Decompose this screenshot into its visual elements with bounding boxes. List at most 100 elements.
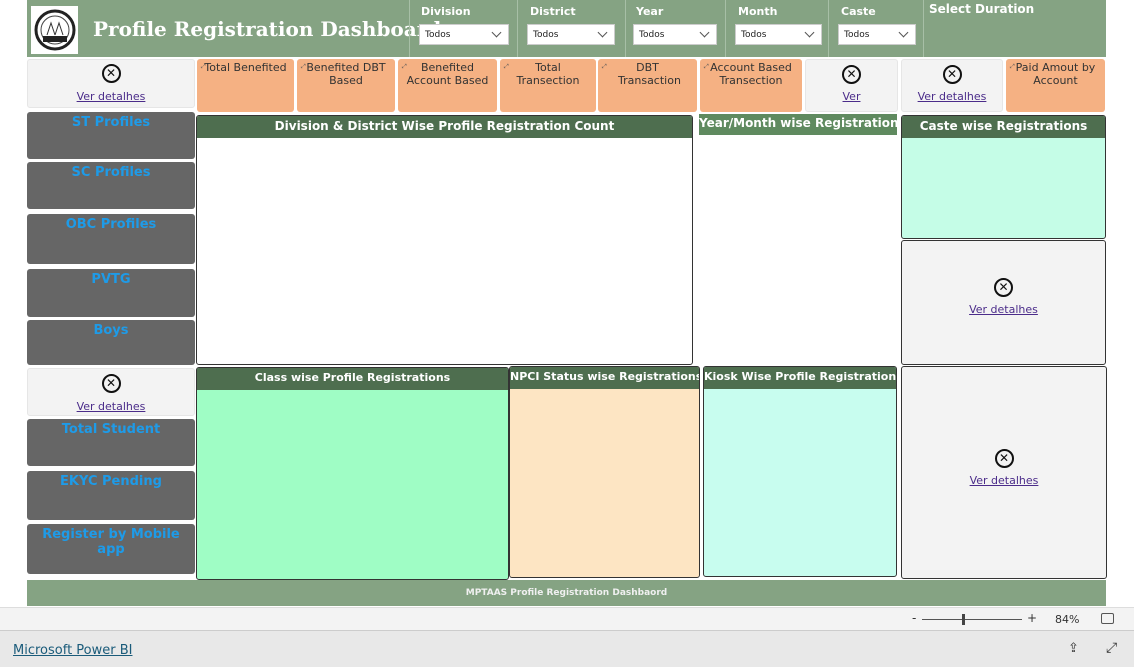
expand-icon: ⤢ — [402, 63, 407, 70]
share-icon[interactable]: ⇪ — [1068, 641, 1079, 656]
kpi-benefited-dbt[interactable]: ⤢ Benefited DBT Based — [297, 59, 395, 112]
caste-value: Todos — [844, 29, 870, 40]
fit-to-page-icon[interactable] — [1101, 613, 1114, 624]
footer-banner: MPTAAS Profile Registration Dashbaord — [27, 580, 1106, 606]
kpi-dbt-transaction[interactable]: ⤢ DBT Transaction — [598, 59, 697, 112]
panel-title: Kiosk Wise Profile Registrations — [704, 367, 896, 389]
sidebar-st-profiles[interactable]: ST Profiles — [27, 112, 195, 159]
panel-title: NPCI Status wise Registrations — [510, 367, 699, 389]
npci-panel: NPCI Status wise Registrations — [509, 366, 700, 578]
divider — [625, 0, 626, 57]
caste-filter-label: Caste — [841, 5, 876, 18]
details-link[interactable]: Ver detalhes — [902, 303, 1105, 316]
sidebar-obc-profiles[interactable]: OBC Profiles — [27, 214, 195, 264]
error-x-icon: ✕ — [942, 65, 962, 84]
error-x-icon: ✕ — [842, 65, 861, 84]
division-district-panel: Division & District Wise Profile Registr… — [196, 115, 693, 365]
chevron-down-icon — [491, 27, 502, 38]
powerbi-link[interactable]: Microsoft Power BI — [13, 643, 132, 658]
chevron-down-icon — [804, 27, 815, 38]
error-card: ✕ Ver — [805, 59, 898, 112]
sidebar-register-mobile[interactable]: Register by Mobile app — [27, 524, 195, 574]
fullscreen-icon[interactable]: ⤢ — [1106, 640, 1117, 656]
expand-icon: ⤢ — [504, 63, 509, 70]
divider — [828, 0, 829, 57]
details-link[interactable]: Ver detalhes — [902, 90, 1002, 103]
zoom-out-button[interactable]: - — [912, 611, 916, 625]
zoom-slider[interactable] — [922, 619, 1022, 620]
expand-icon: ⤢ — [1010, 63, 1015, 70]
district-dropdown[interactable]: Todos — [527, 24, 615, 45]
select-duration-label: Select Duration — [929, 2, 1035, 16]
sidebar-pvtg[interactable]: PVTG — [27, 269, 195, 317]
zoom-in-button[interactable]: + — [1027, 611, 1037, 625]
error-card: ✕ Ver detalhes — [901, 366, 1107, 579]
mptaas-logo-icon — [34, 9, 75, 51]
details-link[interactable]: Ver detalhes — [28, 90, 194, 103]
error-x-icon: ✕ — [994, 278, 1013, 297]
details-link[interactable]: Ver detalhes — [28, 400, 194, 413]
expand-icon: ⤢ — [201, 63, 206, 70]
expand-icon: ⤢ — [301, 63, 306, 70]
class-panel: Class wise Profile Registrations — [196, 367, 509, 580]
error-card: ✕ Ver detalhes — [27, 59, 195, 108]
details-link[interactable]: Ver detalhes — [902, 474, 1106, 487]
district-value: Todos — [533, 29, 559, 40]
kpi-label: Paid Amout by Account — [1015, 61, 1096, 87]
kpi-label: DBT Transaction — [618, 61, 681, 87]
chevron-down-icon — [699, 27, 710, 38]
error-card: ✕ Ver detalhes — [901, 240, 1106, 365]
sidebar-ekyc-pending[interactable]: EKYC Pending — [27, 471, 195, 520]
sidebar-sc-profiles[interactable]: SC Profiles — [27, 162, 195, 209]
division-dropdown[interactable]: Todos — [419, 24, 509, 45]
kpi-label: Benefited DBT Based — [306, 61, 386, 87]
logo — [31, 6, 78, 54]
chevron-down-icon — [898, 27, 909, 38]
kpi-total-benefited[interactable]: ⤢ Total Benefited — [197, 59, 294, 112]
month-filter-label: Month — [738, 5, 778, 18]
yearmonth-panel-title: Year/Month wise Registration — [699, 114, 899, 135]
kiosk-panel: Kiosk Wise Profile Registrations — [703, 366, 897, 577]
error-card: ✕ Ver detalhes — [901, 59, 1003, 112]
zoom-level: 84% — [1055, 613, 1080, 626]
panel-title: Division & District Wise Profile Registr… — [197, 116, 692, 138]
caste-panel: Caste wise Registrations — [901, 115, 1106, 239]
division-value: Todos — [425, 29, 451, 40]
expand-icon: ⤢ — [704, 63, 709, 70]
kpi-benefited-account[interactable]: ⤢ Benefited Account Based — [398, 59, 497, 112]
expand-icon: ⤢ — [602, 63, 607, 70]
panel-title: Caste wise Registrations — [902, 116, 1105, 138]
divider — [923, 0, 924, 57]
month-dropdown[interactable]: Todos — [735, 24, 822, 45]
year-filter-label: Year — [636, 5, 664, 18]
zoom-slider-handle[interactable] — [962, 614, 965, 625]
zoom-bar: - + 84% — [0, 607, 1134, 631]
details-link[interactable]: Ver — [806, 90, 897, 103]
year-dropdown[interactable]: Todos — [633, 24, 717, 45]
kpi-label: Benefited Account Based — [406, 61, 489, 87]
divider — [517, 0, 518, 57]
divider — [725, 0, 726, 57]
panel-title: Class wise Profile Registrations — [197, 368, 508, 390]
caste-dropdown[interactable]: Todos — [838, 24, 916, 45]
divider — [409, 0, 410, 57]
division-filter-label: Division — [421, 5, 471, 18]
powerbi-bar: Microsoft Power BI ⇪ ⤢ — [0, 631, 1134, 667]
kpi-total-transection[interactable]: ⤢ Total Transection — [500, 59, 596, 112]
kpi-label: Account Based Transection — [710, 61, 792, 87]
sidebar-boys[interactable]: Boys — [27, 320, 195, 365]
error-card: ✕ Ver detalhes — [27, 368, 195, 416]
chevron-down-icon — [597, 27, 608, 38]
kpi-paid-amount[interactable]: ⤢ Paid Amout by Account — [1006, 59, 1105, 112]
month-value: Todos — [741, 29, 767, 40]
kpi-label: Total Benefited — [204, 61, 287, 74]
error-x-icon: ✕ — [101, 64, 121, 83]
error-x-icon: ✕ — [101, 374, 121, 393]
district-filter-label: District — [530, 5, 576, 18]
error-x-icon: ✕ — [994, 449, 1014, 468]
kpi-label: Total Transection — [516, 61, 580, 87]
kpi-account-transection[interactable]: ⤢ Account Based Transection — [700, 59, 802, 112]
page-title: Profile Registration Dashboard — [93, 17, 442, 41]
sidebar-total-student[interactable]: Total Student — [27, 419, 195, 466]
year-value: Todos — [639, 29, 665, 40]
